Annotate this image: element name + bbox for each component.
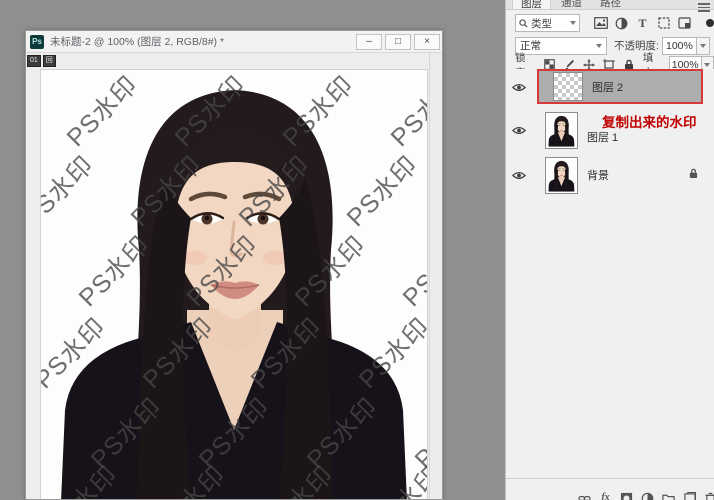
search-icon [519,19,528,28]
filter-smart-objects-icon[interactable] [677,16,692,31]
document-body: 01 回 PS水印 PS水印 PS水印 PS水印 PS水印 PS水印 PS水印 … [26,53,442,499]
document-titlebar[interactable]: Ps 未标题-2 @ 100% (图层 2, RGB/8#) * – □ × [26,31,442,53]
vertical-scrollbar[interactable] [429,53,442,499]
chevron-down-icon [570,21,576,25]
layer1-photo-thumbnail[interactable] [545,112,578,149]
opacity-input[interactable]: 100% [662,37,697,55]
filter-pixel-layers-icon[interactable] [593,16,608,31]
layer-name[interactable]: 图层 1 [587,129,618,145]
background-lock-icon [689,168,698,182]
corner-badges: 01 回 [27,55,56,67]
panel-tabs: 图层 通道 路径 [506,0,714,10]
layer2-transparent-thumbnail[interactable] [553,72,583,101]
filter-shape-layers-icon[interactable] [656,16,671,31]
selected-layer-highlight: 图层 2 [537,69,703,104]
corner-badge: 01 [27,55,41,67]
link-layers-icon[interactable] [578,492,591,500]
new-group-icon[interactable] [662,492,675,500]
maximize-button[interactable]: □ [385,34,411,50]
visibility-eye-icon[interactable] [506,171,532,180]
corner-badge: 回 [43,55,56,67]
filter-kind-label: 类型 [531,16,567,31]
new-layer-icon[interactable] [683,492,696,500]
panel-bottom-bar: fx [506,478,714,500]
filter-type-layers-icon[interactable]: T [635,16,650,31]
layers-panel: 图层 通道 路径 类型 T [505,0,714,500]
document-window: Ps 未标题-2 @ 100% (图层 2, RGB/8#) * – □ × 0… [25,30,443,500]
layers-list: 图层 2 复制出来的水印 图层 1 背景 [506,69,714,478]
visibility-eye-icon[interactable] [506,83,532,92]
layer-name[interactable]: 背景 [587,167,609,183]
minimize-button[interactable]: – [356,34,382,50]
photoshop-logo-icon: Ps [30,35,44,49]
chevron-down-icon [596,44,602,48]
layer-row-background[interactable]: 背景 [506,154,714,196]
filter-kind-dropdown[interactable]: 类型 [515,14,580,32]
layer-name[interactable]: 图层 2 [592,79,623,95]
background-photo-thumbnail[interactable] [545,157,578,194]
adjustment-layer-icon[interactable] [641,492,654,500]
filter-toggle-icon[interactable] [706,19,714,27]
tab-channels[interactable]: 通道 [553,0,590,10]
photoshop-workspace: { "app": { "workspace_bg": "#8f8f8f", "a… [0,0,714,500]
filter-adjustment-layers-icon[interactable] [614,16,629,31]
layer-row-layer2[interactable]: 图层 2 [506,69,714,105]
tab-paths[interactable]: 路径 [592,0,629,10]
tab-layers[interactable]: 图层 [512,0,551,10]
canvas[interactable]: PS水印 PS水印 PS水印 PS水印 PS水印 PS水印 PS水印 PS水印 … [40,69,428,499]
annotation-text: 复制出来的水印 [602,111,697,131]
layer-mask-icon[interactable] [620,492,633,500]
visibility-eye-icon[interactable] [506,126,532,135]
opacity-dropdown-button[interactable] [697,37,710,55]
delete-layer-icon[interactable] [704,492,714,500]
document-title: 未标题-2 @ 100% (图层 2, RGB/8#) * [50,34,356,49]
close-button[interactable]: × [414,34,440,50]
layer-style-icon[interactable]: fx [599,492,612,500]
layer-filter-row: 类型 T [506,12,714,34]
